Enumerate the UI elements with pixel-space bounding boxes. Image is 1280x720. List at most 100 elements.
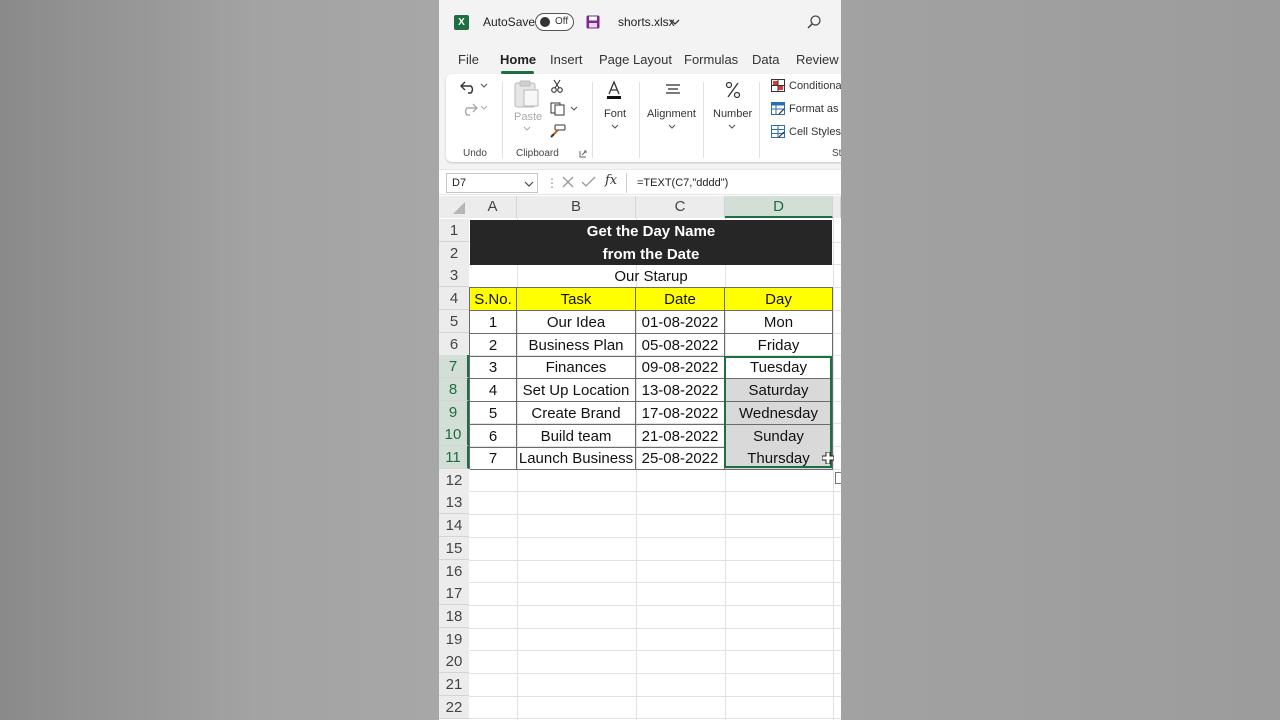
- chevron-down-icon[interactable]: [524, 179, 534, 189]
- row-header[interactable]: 19: [439, 627, 469, 651]
- alignment-icon[interactable]: [665, 83, 681, 97]
- task-cell[interactable]: Business Plan: [517, 333, 636, 357]
- percent-icon[interactable]: [725, 81, 741, 99]
- sno-cell[interactable]: 4: [470, 379, 517, 403]
- sno-cell[interactable]: 3: [470, 356, 517, 380]
- font-dropdown-icon[interactable]: [611, 124, 619, 130]
- chevron-down-icon[interactable]: [670, 17, 680, 27]
- subtitle-cell[interactable]: Our Starup: [470, 265, 832, 288]
- date-cell[interactable]: 17-08-2022: [636, 401, 725, 425]
- row-header[interactable]: 20: [439, 650, 469, 674]
- row-header[interactable]: 4: [439, 287, 469, 311]
- cut-icon[interactable]: [550, 79, 564, 93]
- task-cell[interactable]: Build team: [517, 424, 636, 448]
- row-header[interactable]: 11: [439, 446, 469, 469]
- save-icon[interactable]: [586, 15, 600, 29]
- row-header[interactable]: 12: [439, 468, 469, 492]
- conditional-formatting-label[interactable]: Conditional: [789, 80, 841, 92]
- more-options-icon[interactable]: ⋮: [546, 176, 558, 190]
- sno-cell[interactable]: 6: [470, 424, 517, 448]
- day-cell[interactable]: Thursday: [725, 447, 833, 471]
- task-cell[interactable]: Our Idea: [517, 311, 636, 334]
- sno-cell[interactable]: 1: [470, 311, 517, 334]
- sno-cell[interactable]: 5: [470, 401, 517, 425]
- row-header[interactable]: 8: [439, 377, 469, 401]
- header-sno[interactable]: S.No.: [470, 288, 517, 311]
- day-cell[interactable]: Sunday: [725, 424, 833, 448]
- redo-dropdown-icon[interactable]: [480, 105, 488, 111]
- date-cell[interactable]: 01-08-2022: [636, 311, 725, 334]
- dialog-launcher-icon[interactable]: [579, 150, 587, 158]
- row-header[interactable]: 10: [439, 423, 469, 447]
- cell-styles-label[interactable]: Cell Styles: [789, 126, 841, 138]
- select-all-corner[interactable]: [439, 196, 469, 218]
- alignment-dropdown-icon[interactable]: [668, 124, 676, 130]
- row-header[interactable]: 21: [439, 673, 469, 696]
- date-cell[interactable]: 13-08-2022: [636, 379, 725, 403]
- date-cell[interactable]: 21-08-2022: [636, 424, 725, 448]
- name-box[interactable]: D7: [446, 173, 538, 193]
- task-cell[interactable]: Set Up Location: [517, 379, 636, 403]
- alignment-label[interactable]: Alignment: [647, 108, 696, 120]
- number-dropdown-icon[interactable]: [728, 124, 736, 130]
- date-cell[interactable]: 05-08-2022: [636, 333, 725, 357]
- row-header[interactable]: 13: [439, 491, 469, 515]
- copy-icon[interactable]: [550, 102, 566, 116]
- file-name[interactable]: shorts.xlsx: [618, 15, 675, 29]
- formula-input[interactable]: =TEXT(C7,"dddd"): [626, 173, 841, 193]
- header-day[interactable]: Day: [725, 288, 833, 311]
- tab-file[interactable]: File: [458, 52, 479, 67]
- undo-dropdown-icon[interactable]: [480, 83, 488, 89]
- row-header[interactable]: 22: [439, 695, 469, 719]
- quick-analysis-icon[interactable]: [835, 472, 841, 484]
- row-header[interactable]: 9: [439, 400, 469, 424]
- number-label[interactable]: Number: [713, 108, 752, 120]
- conditional-formatting-icon[interactable]: [771, 79, 785, 92]
- row-header[interactable]: 5: [439, 309, 469, 333]
- undo-icon[interactable]: [460, 80, 478, 94]
- task-cell[interactable]: Finances: [517, 356, 636, 380]
- task-cell[interactable]: Launch Business: [517, 447, 636, 471]
- cell-styles-icon[interactable]: [771, 125, 785, 138]
- title-merged-cell[interactable]: Get the Day Name from the Date: [470, 220, 832, 265]
- format-as-table-icon[interactable]: [771, 102, 785, 115]
- format-painter-icon[interactable]: [550, 124, 566, 138]
- search-icon[interactable]: [806, 14, 822, 30]
- paste-icon[interactable]: [514, 80, 540, 108]
- date-cell[interactable]: 25-08-2022: [636, 447, 725, 471]
- tab-review[interactable]: Review: [796, 52, 839, 67]
- row-header[interactable]: 3: [439, 264, 469, 288]
- copy-dropdown-icon[interactable]: [570, 106, 578, 112]
- paste-label[interactable]: Paste: [514, 111, 542, 123]
- insert-function-icon[interactable]: fx: [605, 173, 617, 188]
- worksheet-grid[interactable]: A B C D 1 2 3 4 5 6 7 8 9 10 11 12 13 14 15 16 17 18 19 20 2…: [439, 196, 841, 720]
- font-label[interactable]: Font: [604, 108, 626, 120]
- column-header-a[interactable]: A: [469, 196, 517, 218]
- row-header[interactable]: 1: [439, 219, 469, 242]
- tab-page-layout[interactable]: Page Layout: [599, 52, 672, 67]
- cancel-icon[interactable]: [561, 175, 575, 189]
- column-header-d[interactable]: D: [725, 196, 833, 218]
- day-cell[interactable]: Wednesday: [725, 401, 833, 425]
- day-cell[interactable]: Mon: [725, 311, 833, 334]
- row-header[interactable]: 17: [439, 582, 469, 606]
- row-header[interactable]: 18: [439, 604, 469, 628]
- header-date[interactable]: Date: [636, 288, 725, 311]
- date-cell[interactable]: 09-08-2022: [636, 356, 725, 380]
- row-header[interactable]: 15: [439, 536, 469, 560]
- row-header[interactable]: 6: [439, 332, 469, 356]
- font-icon[interactable]: [606, 80, 622, 100]
- sno-cell[interactable]: 2: [470, 333, 517, 357]
- tab-formulas[interactable]: Formulas: [684, 52, 738, 67]
- row-header[interactable]: 2: [439, 241, 469, 265]
- paste-dropdown-icon[interactable]: [523, 126, 531, 132]
- tab-insert[interactable]: Insert: [550, 52, 583, 67]
- day-cell[interactable]: Saturday: [725, 379, 833, 403]
- autosave-toggle[interactable]: Off: [535, 13, 574, 31]
- task-cell[interactable]: Create Brand: [517, 401, 636, 425]
- column-header-b[interactable]: B: [517, 196, 636, 218]
- column-header-c[interactable]: C: [636, 196, 725, 218]
- row-header[interactable]: 16: [439, 559, 469, 583]
- header-task[interactable]: Task: [517, 288, 636, 311]
- day-cell[interactable]: Tuesday: [725, 356, 833, 380]
